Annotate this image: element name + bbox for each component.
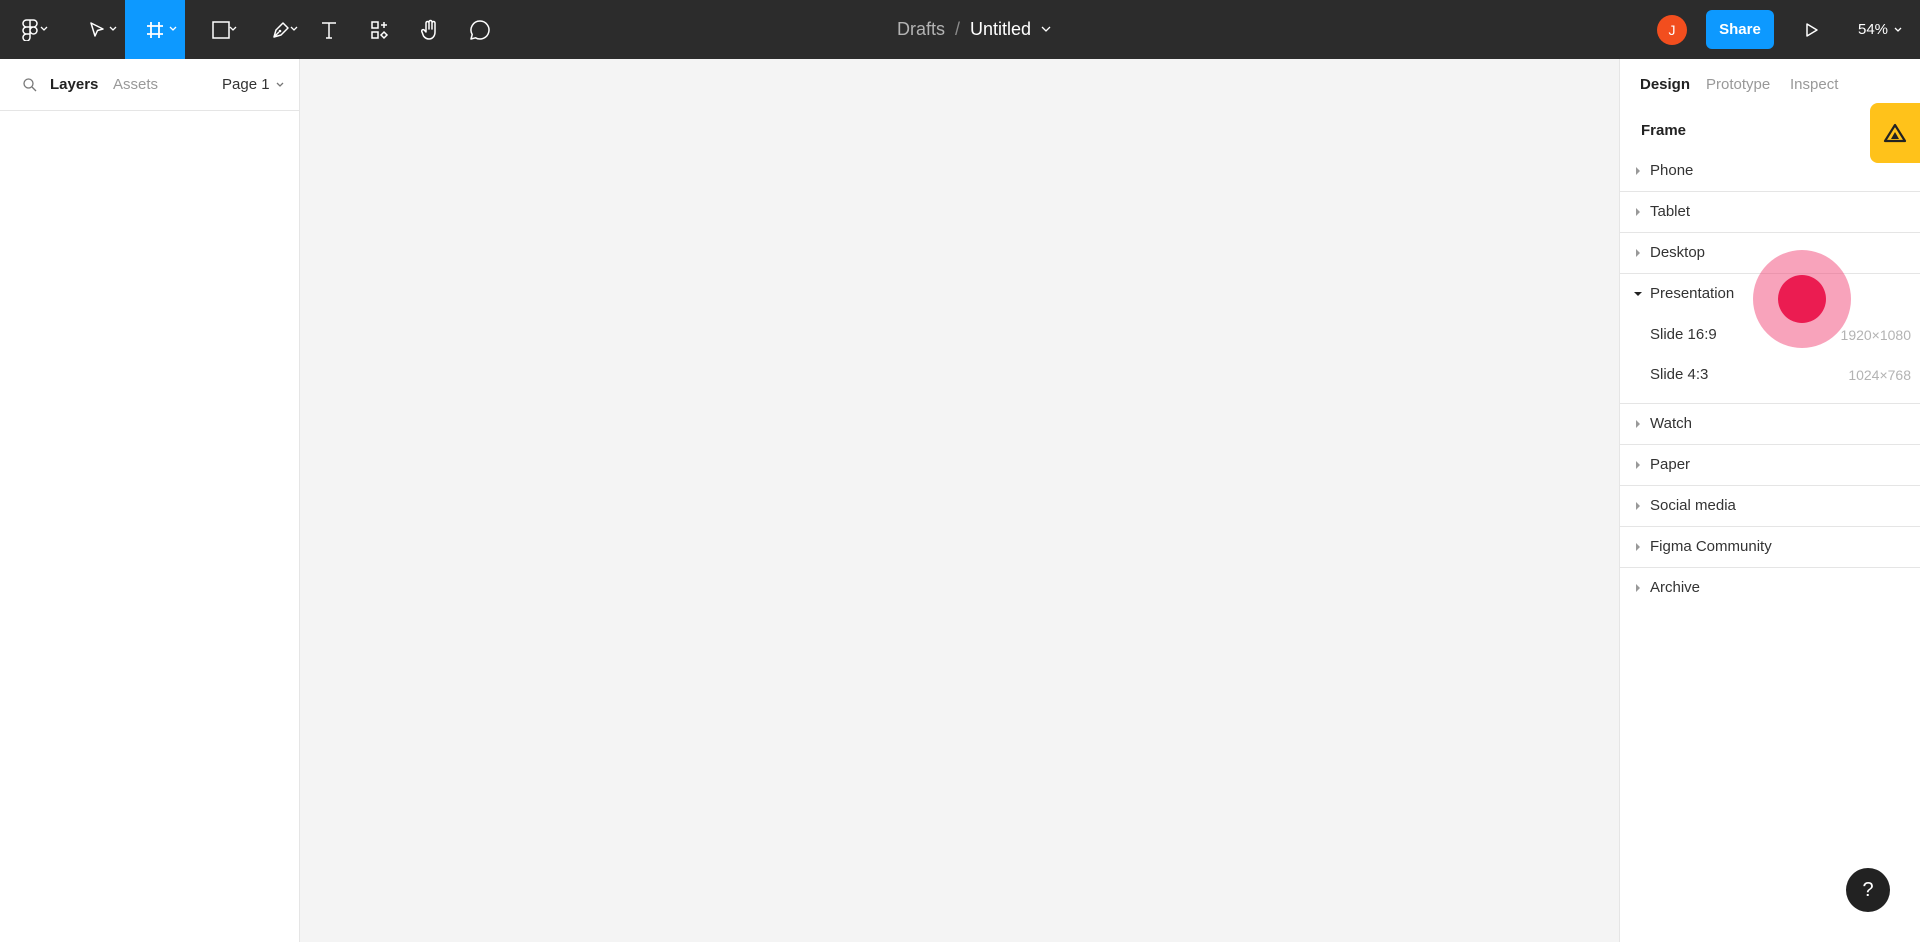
top-toolbar: Drafts / Untitled J Share 54%	[0, 0, 1920, 59]
present-play-icon[interactable]	[1800, 19, 1822, 41]
comment-tool-button[interactable]	[462, 0, 498, 59]
layers-panel: Layers Assets Page 1	[0, 59, 300, 942]
page-label: Page 1	[222, 76, 270, 93]
frame-category-label: Desktop	[1650, 244, 1706, 261]
chevron-down-icon	[290, 26, 298, 31]
caret-right-icon	[1636, 208, 1640, 216]
cursor-arrow-icon	[90, 21, 104, 37]
avatar[interactable]: J	[1657, 15, 1687, 45]
frame-category-label: Phone	[1650, 162, 1694, 179]
frame-tool-button[interactable]	[125, 0, 185, 59]
frame-category-label: Archive	[1650, 579, 1701, 596]
frame-category-social-media[interactable]: Social media	[1620, 486, 1920, 527]
caret-right-icon	[1636, 502, 1640, 510]
text-icon	[322, 21, 336, 39]
frame-category-label: Presentation	[1650, 285, 1735, 302]
breadcrumb: Drafts / Untitled	[897, 0, 1051, 59]
pen-icon	[273, 21, 289, 38]
frame-category-paper[interactable]: Paper	[1620, 445, 1920, 486]
frame-preset-size: 1024×768	[1848, 367, 1911, 383]
frame-preset-size: 1920×1080	[1840, 327, 1911, 343]
click-indicator-dot	[1778, 275, 1826, 323]
tab-inspect[interactable]: Inspect	[1790, 76, 1838, 93]
chevron-down-icon	[109, 26, 117, 31]
tab-prototype[interactable]: Prototype	[1706, 76, 1770, 93]
caret-right-icon	[1636, 584, 1640, 592]
chevron-down-icon[interactable]	[1041, 26, 1051, 33]
frame-preset-label: Slide 4:3	[1650, 366, 1709, 383]
frame-hash-icon	[147, 21, 163, 38]
tab-design[interactable]: Design	[1640, 76, 1690, 93]
frame-category-label: Figma Community	[1650, 538, 1772, 555]
tab-layers[interactable]: Layers	[50, 76, 98, 93]
frame-category-tablet[interactable]: Tablet	[1620, 192, 1920, 233]
rectangle-icon	[212, 20, 230, 39]
help-button[interactable]: ?	[1846, 868, 1890, 912]
chevron-down-icon	[169, 26, 177, 31]
tab-assets[interactable]: Assets	[113, 76, 158, 93]
figma-logo-icon	[22, 18, 38, 41]
frame-section-title: Frame	[1641, 122, 1687, 139]
text-tool-button[interactable]	[311, 0, 347, 59]
design-panel: Design Prototype Inspect Frame Phone Tab…	[1619, 59, 1920, 942]
frame-category-label: Paper	[1650, 456, 1691, 473]
breadcrumb-drafts-link[interactable]: Drafts	[897, 19, 945, 40]
frame-category-figma-community[interactable]: Figma Community	[1620, 527, 1920, 568]
pen-tool-button[interactable]	[256, 0, 306, 59]
resources-tool-button[interactable]	[362, 0, 398, 59]
chevron-down-icon	[1894, 27, 1902, 32]
resources-icon	[371, 20, 389, 39]
main-menu-button[interactable]	[0, 0, 60, 59]
frame-category-label: Tablet	[1650, 203, 1691, 220]
frame-category-watch[interactable]: Watch	[1620, 404, 1920, 445]
move-tool-button[interactable]	[72, 0, 122, 59]
caret-right-icon	[1636, 167, 1640, 175]
layers-panel-header: Layers Assets Page 1	[0, 59, 300, 111]
shape-tool-button[interactable]	[196, 0, 246, 59]
chevron-down-icon	[229, 26, 237, 31]
frame-preset-slide-4-3[interactable]: Slide 4:3 1024×768	[1620, 355, 1920, 395]
plugin-widget-tab[interactable]	[1870, 103, 1920, 163]
frame-category-label: Watch	[1650, 415, 1692, 432]
caret-right-icon	[1636, 461, 1640, 469]
frame-category-label: Social media	[1650, 497, 1736, 514]
caret-right-icon	[1636, 543, 1640, 551]
share-button[interactable]: Share	[1706, 10, 1774, 49]
zoom-level: 54%	[1858, 21, 1889, 38]
chevron-down-icon	[276, 82, 284, 87]
caret-down-icon	[1634, 292, 1642, 296]
chevron-down-icon	[40, 26, 48, 31]
hand-tool-button[interactable]	[412, 0, 448, 59]
hand-icon	[420, 19, 436, 40]
plugin-logo-icon	[1883, 123, 1907, 143]
breadcrumb-separator: /	[955, 19, 961, 39]
caret-right-icon	[1636, 249, 1640, 257]
file-title[interactable]: Untitled	[970, 19, 1031, 40]
search-icon[interactable]	[22, 77, 38, 93]
zoom-dropdown[interactable]: 54%	[1858, 0, 1902, 59]
frame-category-archive[interactable]: Archive	[1620, 568, 1920, 609]
canvas[interactable]	[301, 59, 1619, 942]
frame-preset-label: Slide 16:9	[1650, 326, 1717, 343]
page-selector[interactable]: Page 1	[222, 76, 284, 93]
comment-icon	[470, 19, 490, 40]
caret-right-icon	[1636, 420, 1640, 428]
